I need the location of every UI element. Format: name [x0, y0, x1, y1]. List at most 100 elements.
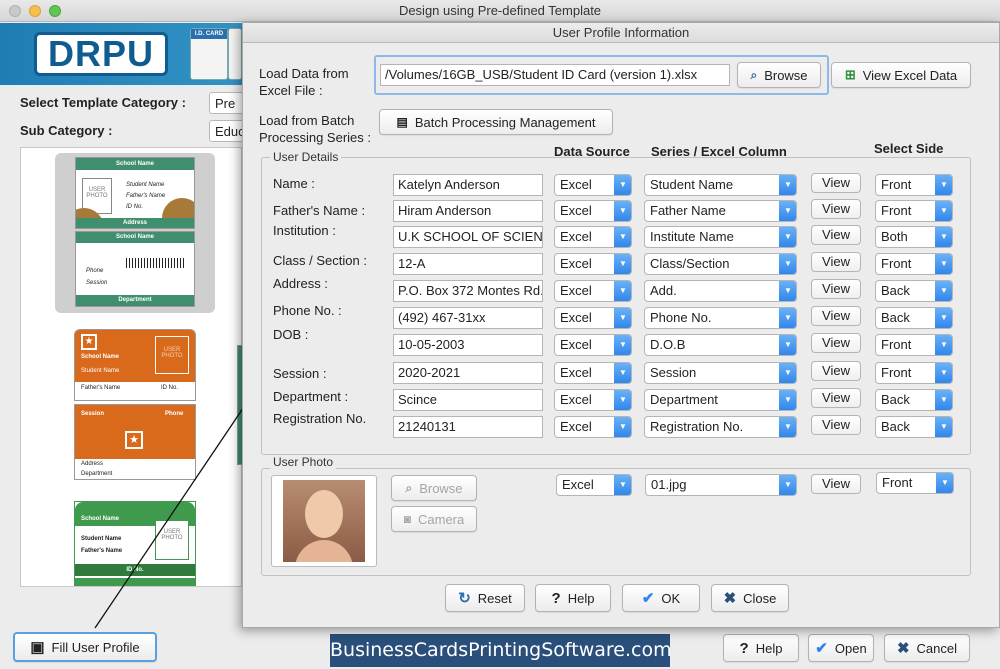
row-view-button[interactable]: View — [811, 388, 861, 408]
row-side-select[interactable]: Back ▼ — [875, 416, 953, 438]
window-minimize-button[interactable] — [29, 5, 41, 17]
photo-column-select[interactable]: 01.jpg ▼ — [645, 474, 797, 496]
template-2-department: Department — [81, 471, 113, 477]
ok-button[interactable]: ✔ OK — [622, 584, 700, 612]
row-value-field[interactable]: Katelyn Anderson — [393, 174, 543, 196]
row-view-button[interactable]: View — [811, 279, 861, 299]
dialog-help-button[interactable]: ? Help — [535, 584, 611, 612]
row-column-select[interactable]: Session ▼ — [644, 362, 797, 384]
row-view-button[interactable]: View — [811, 199, 861, 219]
template-item-2[interactable]: ★ School Name Student Name USER PHOTO Fa… — [74, 329, 196, 401]
data-source-header: Data Source — [554, 144, 630, 159]
row-side-select[interactable]: Front ▼ — [875, 334, 953, 356]
view-excel-data-button[interactable]: ⊞ View Excel Data — [831, 62, 971, 88]
row-column-select[interactable]: Registration No. ▼ — [644, 416, 797, 438]
chevron-down-icon: ▼ — [614, 254, 631, 274]
row-source-select[interactable]: Excel ▼ — [554, 174, 632, 196]
row-view-button[interactable]: View — [811, 173, 861, 193]
row-source-select[interactable]: Excel ▼ — [554, 389, 632, 411]
row-value-field[interactable]: Scince — [393, 389, 543, 411]
row-source-value: Excel — [560, 310, 592, 325]
close-icon: ✖ — [723, 590, 737, 607]
row-view-button[interactable]: View — [811, 225, 861, 245]
row-source-select[interactable]: Excel ▼ — [554, 200, 632, 222]
select-side-header: Select Side — [874, 141, 944, 156]
help-icon: ? — [739, 639, 749, 657]
shoulders-shape — [295, 540, 353, 562]
row-column-select[interactable]: Class/Section ▼ — [644, 253, 797, 275]
row-view-button[interactable]: View — [811, 333, 861, 353]
row-value-field[interactable]: 10-05-2003 — [393, 334, 543, 356]
view-excel-data-label: View Excel Data — [862, 67, 958, 83]
row-side-select[interactable]: Back ▼ — [875, 280, 953, 302]
row-view-button[interactable]: View — [811, 252, 861, 272]
chevron-down-icon: ▼ — [935, 175, 952, 195]
chevron-down-icon: ▼ — [779, 417, 796, 437]
window-maximize-button[interactable] — [49, 5, 61, 17]
user-photo-label: User Photo — [270, 455, 337, 469]
row-source-select[interactable]: Excel ▼ — [554, 334, 632, 356]
chevron-down-icon: ▼ — [779, 308, 796, 328]
template-3-student: Student Name — [81, 536, 122, 542]
row-side-select[interactable]: Back ▼ — [875, 389, 953, 411]
row-value-field[interactable]: 21240131 — [393, 416, 543, 438]
chevron-down-icon: ▼ — [935, 335, 952, 355]
row-side-select[interactable]: Back ▼ — [875, 307, 953, 329]
reset-button[interactable]: ↻ Reset — [445, 584, 525, 612]
row-side-select[interactable]: Front ▼ — [875, 362, 953, 384]
folder-search-icon: ⌕ — [750, 67, 758, 82]
photo-side-select[interactable]: Front ▼ — [876, 472, 954, 494]
row-source-select[interactable]: Excel ▼ — [554, 307, 632, 329]
row-column-select[interactable]: Department ▼ — [644, 389, 797, 411]
row-column-select[interactable]: Student Name ▼ — [644, 174, 797, 196]
template-1-student: Student Name — [126, 182, 165, 188]
row-source-select[interactable]: Excel ▼ — [554, 416, 632, 438]
help-button[interactable]: ? Help — [723, 634, 799, 662]
photo-browse-button[interactable]: ⌕ Browse — [391, 475, 477, 501]
row-column-select[interactable]: Institute Name ▼ — [644, 226, 797, 248]
row-value-field[interactable]: Hiram Anderson — [393, 200, 543, 222]
fill-user-profile-button[interactable]: ▣ Fill User Profile — [13, 632, 157, 662]
batch-processing-label: Batch Processing Management — [414, 114, 596, 130]
batch-processing-button[interactable]: ▤ Batch Processing Management — [379, 109, 613, 135]
row-column-select[interactable]: Phone No. ▼ — [644, 307, 797, 329]
template-item-1[interactable]: School Name USER PHOTO Student Name Fath… — [55, 153, 215, 313]
template-2-address: Address — [81, 461, 104, 467]
row-value-field[interactable]: (492) 467-31xx — [393, 307, 543, 329]
row-source-select[interactable]: Excel ▼ — [554, 362, 632, 384]
row-source-value: Excel — [560, 229, 592, 244]
row-value-field[interactable]: 12-A — [393, 253, 543, 275]
row-side-value: Both — [881, 229, 908, 244]
dialog-title: User Profile Information — [243, 23, 999, 43]
row-side-select[interactable]: Front ▼ — [875, 174, 953, 196]
window-titlebar: Design using Pre-defined Template — [0, 0, 1000, 22]
excel-path-field[interactable]: /Volumes/16GB_USB/Student ID Card (versi… — [380, 64, 730, 86]
close-button[interactable]: ✖ Close — [711, 584, 789, 612]
row-source-select[interactable]: Excel ▼ — [554, 253, 632, 275]
camera-button[interactable]: ◙ Camera — [391, 506, 477, 532]
row-side-select[interactable]: Front ▼ — [875, 253, 953, 275]
row-column-select[interactable]: Father Name ▼ — [644, 200, 797, 222]
row-view-button[interactable]: View — [811, 306, 861, 326]
row-side-select[interactable]: Both ▼ — [875, 226, 953, 248]
row-value-field[interactable]: P.O. Box 372 Montes Rd.S — [393, 280, 543, 302]
row-value-field[interactable]: 2020-2021 — [393, 362, 543, 384]
row-source-select[interactable]: Excel ▼ — [554, 280, 632, 302]
browse-excel-button[interactable]: ⌕ Browse — [737, 62, 821, 88]
row-column-select[interactable]: Add. ▼ — [644, 280, 797, 302]
cancel-button[interactable]: ✖ Cancel — [884, 634, 970, 662]
row-value-field[interactable]: U.K SCHOOL OF SCIENCE — [393, 226, 543, 248]
row-label: DOB : — [273, 327, 309, 342]
template-2-school: School Name — [81, 354, 120, 360]
row-column-select[interactable]: D.O.B ▼ — [644, 334, 797, 356]
photo-source-select[interactable]: Excel ▼ — [556, 474, 632, 496]
row-source-select[interactable]: Excel ▼ — [554, 226, 632, 248]
template-item-3[interactable]: School Name USER PHOTO Student Name Fath… — [74, 501, 196, 586]
open-label: Open — [834, 640, 867, 656]
row-side-select[interactable]: Front ▼ — [875, 200, 953, 222]
window-close-button[interactable] — [9, 5, 21, 17]
photo-view-button[interactable]: View — [811, 474, 861, 494]
row-view-button[interactable]: View — [811, 415, 861, 435]
open-button[interactable]: ✔ Open — [808, 634, 874, 662]
row-view-button[interactable]: View — [811, 361, 861, 381]
